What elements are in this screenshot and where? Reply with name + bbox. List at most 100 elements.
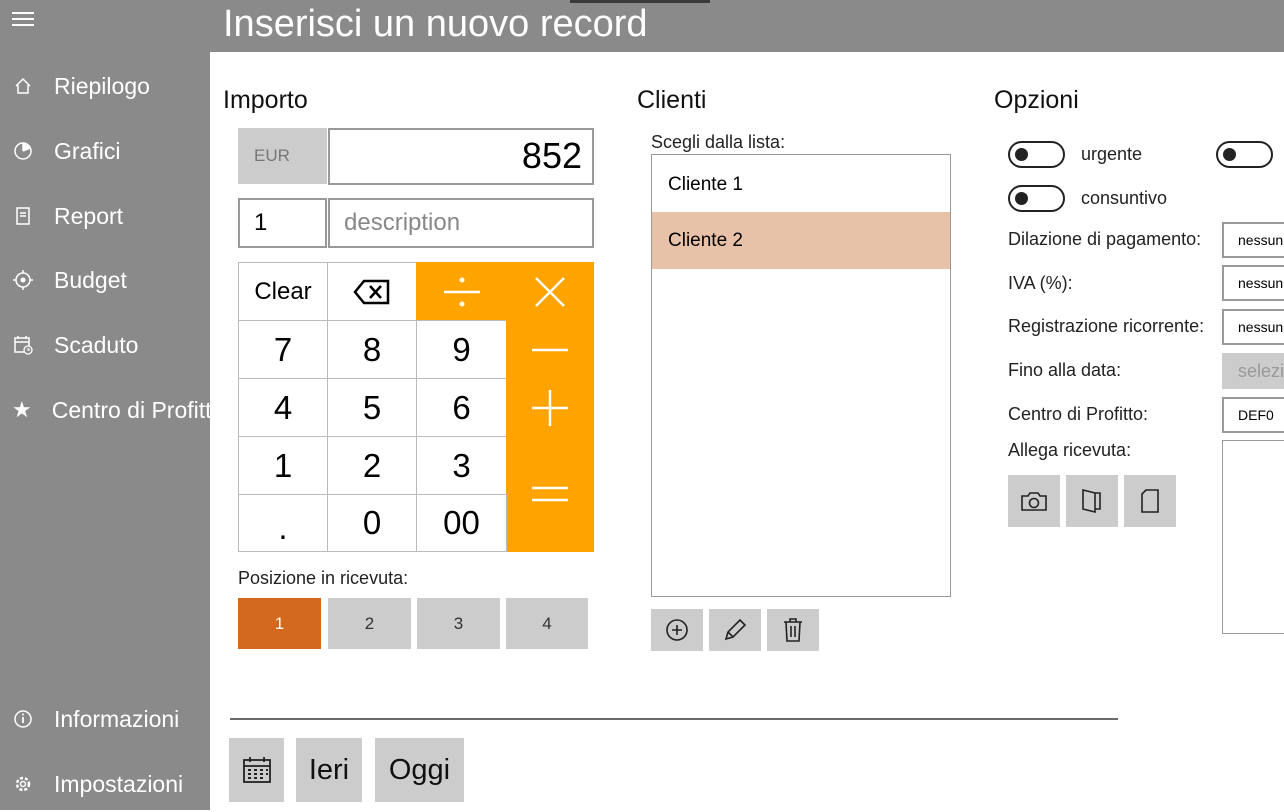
sidebar-item-report[interactable]: Report bbox=[0, 188, 210, 244]
centro-label: Centro di Profitto: bbox=[1008, 404, 1149, 424]
urgente-toggle[interactable] bbox=[1008, 141, 1065, 168]
minus-icon bbox=[532, 348, 568, 351]
sidebar-item-riepilogo[interactable]: Riepilogo bbox=[0, 58, 210, 114]
equals-icon bbox=[532, 486, 568, 502]
sidebar-item-label: Budget bbox=[54, 266, 127, 293]
open-folder-icon bbox=[1082, 488, 1101, 514]
amount-field[interactable]: 852 bbox=[328, 128, 594, 185]
list-item[interactable]: Cliente 1 bbox=[652, 156, 950, 213]
opzioni-title: Opzioni bbox=[994, 86, 1079, 114]
key-00[interactable]: 00 bbox=[416, 494, 507, 552]
minus-key[interactable] bbox=[506, 320, 594, 379]
multiply-icon bbox=[535, 276, 565, 307]
importo-title: Importo bbox=[223, 86, 308, 114]
ricorrente-label: Registrazione ricorrente: bbox=[1008, 316, 1205, 336]
equals-key[interactable] bbox=[506, 436, 594, 552]
camera-button[interactable] bbox=[1008, 475, 1060, 527]
document-icon bbox=[1141, 489, 1159, 513]
position-button-1[interactable]: 1 bbox=[238, 598, 321, 649]
position-label: Posizione in ricevuta: bbox=[238, 568, 409, 588]
sidebar-item-label: Centro di Profitto bbox=[51, 396, 210, 423]
edit-client-button[interactable] bbox=[709, 609, 761, 651]
trash-icon bbox=[784, 618, 802, 642]
sidebar-item-label: Report bbox=[54, 202, 124, 229]
quantity-field[interactable]: 1 bbox=[238, 198, 327, 248]
receipt-preview bbox=[1222, 440, 1284, 634]
camera-icon bbox=[1021, 492, 1047, 511]
ieri-button[interactable]: Ieri bbox=[296, 738, 362, 802]
hamburger-menu-icon[interactable] bbox=[12, 12, 34, 32]
calendar-button[interactable] bbox=[229, 738, 284, 802]
key-1[interactable]: 1 bbox=[238, 436, 328, 495]
key-4[interactable]: 4 bbox=[238, 378, 328, 437]
divide-icon bbox=[443, 277, 480, 306]
fino-date-picker[interactable]: selezi bbox=[1222, 353, 1284, 389]
document-button[interactable] bbox=[1124, 475, 1176, 527]
dilazione-label: Dilazione di pagamento: bbox=[1008, 229, 1202, 249]
info-icon bbox=[12, 708, 34, 730]
key-0[interactable]: 0 bbox=[327, 494, 417, 552]
centro-select[interactable]: DEF0 bbox=[1222, 397, 1284, 433]
currency-button[interactable]: EUR bbox=[238, 128, 327, 184]
sidebar-item-label: Impostazioni bbox=[54, 770, 184, 797]
home-icon bbox=[12, 75, 34, 97]
position-button-3[interactable]: 3 bbox=[417, 598, 500, 649]
iva-select[interactable]: nessun bbox=[1222, 265, 1284, 301]
sidebar-item-informazioni[interactable]: Informazioni bbox=[0, 691, 210, 747]
sidebar-item-label: Grafici bbox=[54, 137, 121, 164]
add-circle-icon bbox=[666, 619, 688, 641]
sidebar-item-scaduto[interactable]: Scaduto bbox=[0, 317, 210, 373]
clienti-title: Clienti bbox=[637, 86, 707, 114]
dilazione-select[interactable]: nessun bbox=[1222, 222, 1284, 258]
key-3[interactable]: 3 bbox=[416, 436, 507, 495]
plus-icon bbox=[532, 389, 568, 426]
description-field[interactable]: description bbox=[328, 198, 594, 248]
sidebar-item-centro-di-profitto[interactable]: ★ Centro di Profitto bbox=[0, 382, 210, 438]
pencil-icon bbox=[724, 618, 747, 641]
position-button-2[interactable]: 2 bbox=[328, 598, 411, 649]
decimal-key[interactable]: . bbox=[238, 494, 328, 552]
star-icon: ★ bbox=[12, 397, 32, 422]
key-6[interactable]: 6 bbox=[416, 378, 507, 437]
page-title: Inserisci un nuovo record bbox=[223, 3, 648, 45]
sidebar-item-grafici[interactable]: Grafici bbox=[0, 123, 210, 179]
key-9[interactable]: 9 bbox=[416, 320, 507, 379]
ricorrente-select[interactable]: nessun bbox=[1222, 309, 1284, 345]
open-file-button[interactable] bbox=[1066, 475, 1118, 527]
iva-label: IVA (%): bbox=[1008, 273, 1073, 293]
oggi-button[interactable]: Oggi bbox=[375, 738, 464, 802]
gear-icon bbox=[12, 773, 34, 795]
sidebar-item-label: Riepilogo bbox=[54, 72, 150, 99]
key-5[interactable]: 5 bbox=[327, 378, 417, 437]
extra-toggle[interactable] bbox=[1216, 141, 1273, 168]
client-list-label: Scegli dalla lista: bbox=[651, 132, 786, 152]
multiply-key[interactable] bbox=[506, 262, 594, 321]
key-2[interactable]: 2 bbox=[327, 436, 417, 495]
clear-key[interactable]: Clear bbox=[238, 262, 328, 321]
backspace-icon bbox=[353, 279, 390, 304]
divide-key[interactable] bbox=[416, 262, 507, 321]
allega-label: Allega ricevuta: bbox=[1008, 440, 1132, 460]
fino-label: Fino alla data: bbox=[1008, 360, 1122, 380]
key-8[interactable]: 8 bbox=[327, 320, 417, 379]
urgente-label: urgente bbox=[1081, 144, 1143, 164]
key-7[interactable]: 7 bbox=[238, 320, 328, 379]
consuntivo-toggle[interactable] bbox=[1008, 185, 1065, 212]
sidebar-item-label: Scaduto bbox=[54, 331, 139, 358]
report-icon bbox=[12, 205, 34, 227]
position-button-4[interactable]: 4 bbox=[506, 598, 588, 649]
calendar-due-icon bbox=[12, 334, 34, 356]
sidebar-item-label: Informazioni bbox=[54, 705, 180, 732]
bottom-divider bbox=[230, 718, 1118, 720]
delete-client-button[interactable] bbox=[767, 609, 819, 651]
pie-chart-icon bbox=[12, 140, 34, 162]
budget-icon bbox=[12, 269, 34, 291]
sidebar-item-budget[interactable]: Budget bbox=[0, 252, 210, 308]
calendar-icon bbox=[242, 757, 271, 783]
list-item-selected[interactable]: Cliente 2 bbox=[652, 212, 950, 269]
add-client-button[interactable] bbox=[651, 609, 703, 651]
backspace-key[interactable] bbox=[327, 262, 417, 321]
sidebar-item-impostazioni[interactable]: Impostazioni bbox=[0, 756, 210, 812]
consuntivo-label: consuntivo bbox=[1081, 188, 1168, 208]
plus-key[interactable] bbox=[506, 378, 594, 437]
